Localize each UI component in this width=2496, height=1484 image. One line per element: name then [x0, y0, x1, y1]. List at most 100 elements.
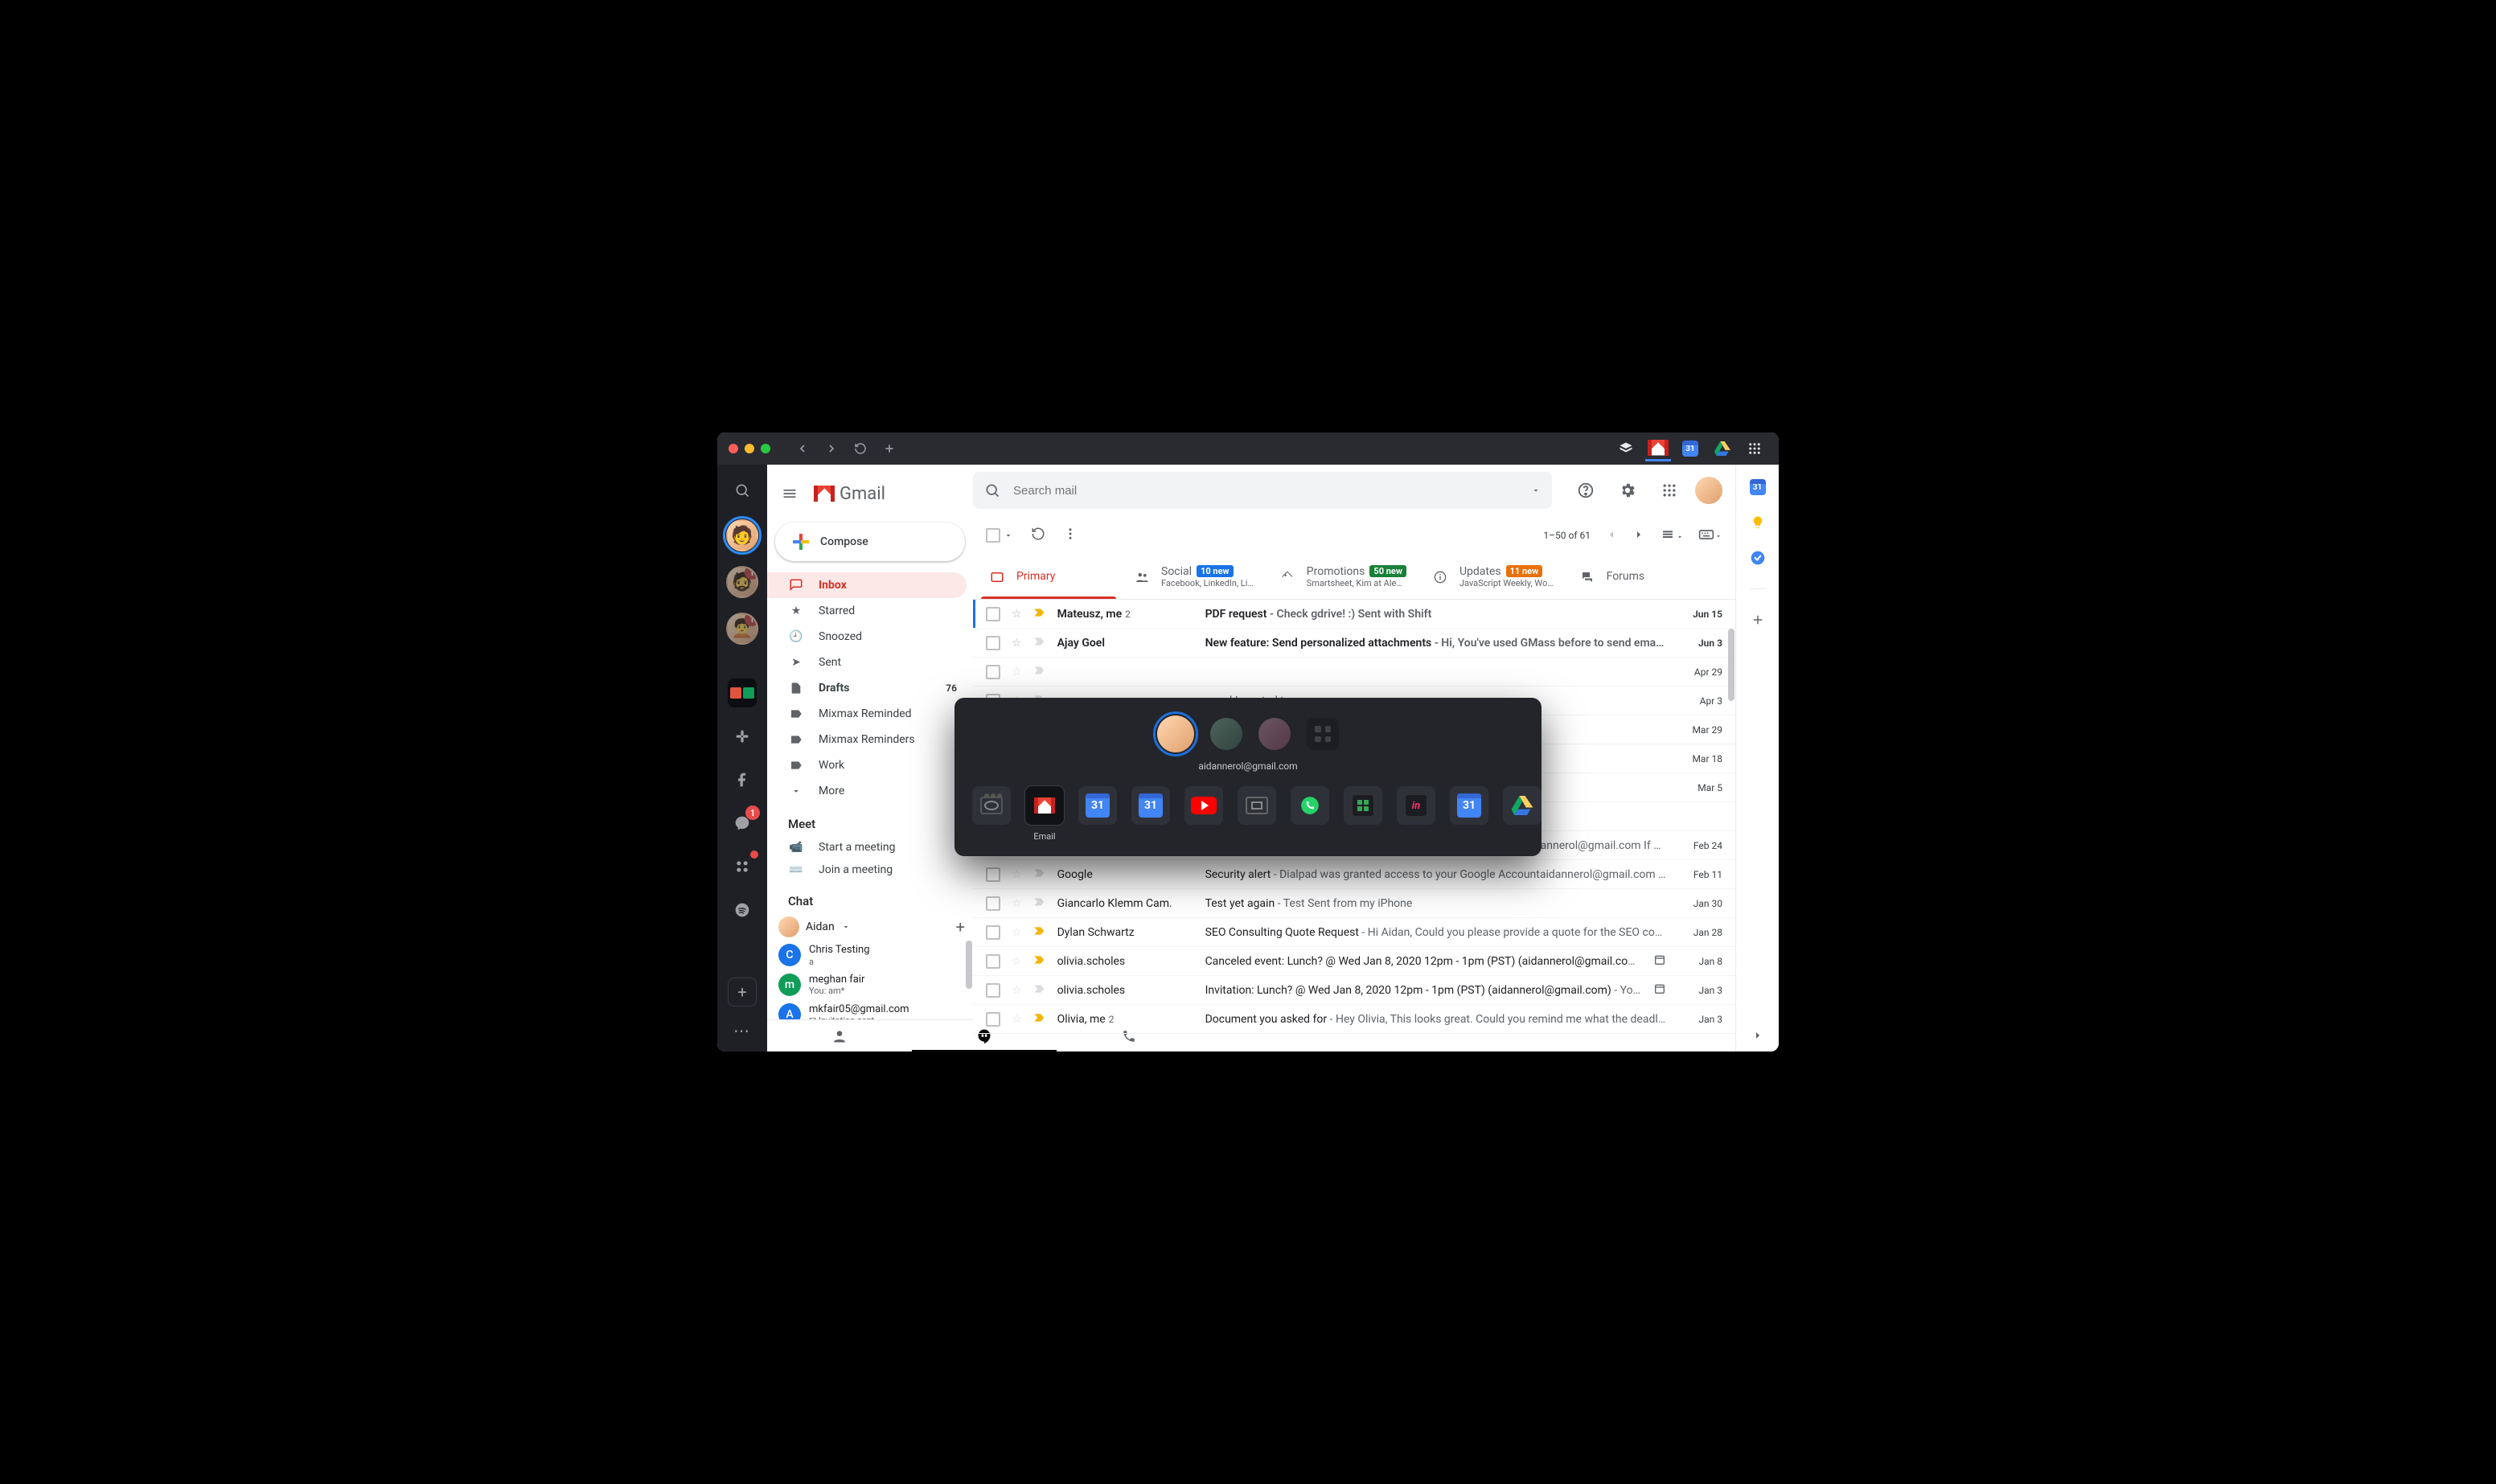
switcher-app-drive[interactable] — [1503, 786, 1542, 825]
newer-button[interactable] — [1605, 528, 1618, 543]
refresh-button[interactable] — [1031, 527, 1045, 544]
star-icon[interactable]: ☆ — [1012, 608, 1022, 621]
row-checkbox[interactable] — [986, 607, 1000, 621]
account-avatar[interactable] — [1695, 477, 1722, 504]
shift-account-2[interactable]: 🧔1 — [726, 566, 758, 598]
support-button[interactable] — [1570, 474, 1602, 506]
start-meeting-button[interactable]: 📹Start a meeting — [767, 836, 973, 859]
nav-mixmax-reminders[interactable]: Mixmax Reminders — [767, 727, 967, 752]
mail-row[interactable]: ☆Mateusz, me 2PDF request - Check gdrive… — [973, 600, 1735, 629]
switcher-all-apps[interactable] — [1307, 718, 1339, 750]
shift-more-button[interactable]: ⋯ — [733, 1021, 751, 1040]
row-checkbox[interactable] — [986, 925, 1000, 940]
switcher-app-invision[interactable]: in — [1397, 786, 1435, 825]
shift-app-slack[interactable] — [728, 722, 757, 751]
sidepanel-add[interactable] — [1750, 612, 1766, 628]
row-checkbox[interactable] — [986, 1012, 1000, 1027]
nav-drafts[interactable]: Drafts76 — [767, 675, 967, 701]
shift-app-facebook[interactable] — [728, 765, 757, 794]
switcher-account-2[interactable] — [1210, 718, 1242, 750]
star-icon[interactable]: ☆ — [1012, 637, 1022, 650]
mail-row[interactable]: ☆Ajay GoelNew feature: Send personalized… — [973, 629, 1735, 658]
minimize-window-button[interactable] — [745, 444, 754, 453]
row-checkbox[interactable] — [986, 636, 1000, 650]
chat-account-selector[interactable]: Aidan + — [767, 913, 973, 941]
switcher-app-calendar[interactable]: 31 — [1131, 786, 1170, 825]
older-button[interactable] — [1632, 528, 1645, 543]
importance-icon[interactable] — [1033, 955, 1046, 968]
star-icon[interactable]: ☆ — [1012, 926, 1022, 939]
titlebar-app-layers[interactable] — [1613, 436, 1639, 461]
switcher-app-calendar[interactable]: 31 — [1078, 786, 1117, 825]
nav-work[interactable]: Work — [767, 752, 967, 778]
new-tab-button[interactable] — [878, 437, 901, 460]
star-icon[interactable]: ☆ — [1012, 955, 1022, 968]
nav-forward-button[interactable] — [820, 437, 843, 460]
mail-row[interactable]: ☆GoogleSecurity alert - Dialpad was gran… — [973, 860, 1735, 889]
mail-row[interactable]: ☆olivia.scholesInvitation: Lunch? @ Wed … — [973, 976, 1735, 1005]
scrollbar-thumb[interactable] — [966, 941, 972, 989]
importance-icon[interactable] — [1033, 897, 1046, 910]
chat-item[interactable]: CChris Testinga — [767, 941, 973, 970]
importance-icon[interactable] — [1033, 666, 1046, 678]
apps-grid-button[interactable] — [1653, 474, 1685, 506]
nav-sent[interactable]: ➤Sent — [767, 650, 967, 675]
shift-search-button[interactable] — [728, 476, 757, 505]
importance-icon[interactable] — [1033, 1013, 1046, 1026]
gmail-logo[interactable]: Gmail — [814, 484, 885, 504]
switcher-account-3[interactable] — [1258, 718, 1291, 750]
row-checkbox[interactable] — [986, 983, 1000, 998]
switcher-app-sheets[interactable] — [1344, 786, 1382, 825]
shift-workspace-tile[interactable] — [728, 678, 757, 707]
sidepanel-keep[interactable] — [1750, 514, 1766, 531]
mail-row[interactable]: ☆olivia.scholesCanceled event: Lunch? @ … — [973, 947, 1735, 976]
nav-starred[interactable]: ★Starred — [767, 598, 967, 624]
nav-back-button[interactable] — [791, 437, 814, 460]
star-icon[interactable]: ☆ — [1012, 984, 1022, 997]
close-window-button[interactable] — [729, 444, 738, 453]
tab-social[interactable]: Social10 newFacebook, LinkedIn, Li… — [1121, 555, 1266, 599]
importance-icon[interactable] — [1033, 984, 1046, 997]
search-bar[interactable] — [973, 472, 1552, 509]
more-actions-button[interactable] — [1063, 527, 1078, 544]
shift-app-spotify[interactable] — [728, 896, 757, 924]
shift-add-button[interactable]: + — [728, 978, 757, 1006]
mail-row[interactable]: ☆Dylan SchwartzSEO Consulting Quote Requ… — [973, 918, 1735, 947]
sidepanel-collapse[interactable] — [1750, 1027, 1766, 1043]
titlebar-app-calendar[interactable]: 31 — [1677, 436, 1703, 461]
switcher-account-1[interactable] — [1157, 715, 1194, 752]
chat-tab-contacts[interactable] — [767, 1020, 912, 1052]
sidepanel-calendar[interactable]: 31 — [1750, 479, 1766, 495]
tab-primary[interactable]: Primary — [976, 555, 1121, 599]
split-pane-button[interactable] — [1660, 528, 1684, 543]
tab-updates[interactable]: Updates11 newJavaScript Weekly, Wo… — [1419, 555, 1566, 599]
nav-inbox[interactable]: Inbox — [767, 572, 967, 598]
titlebar-app-grid[interactable] — [1742, 436, 1767, 461]
chat-item[interactable]: Amkfair05@gmail.com✉ Invitation sent — [767, 1000, 973, 1019]
new-chat-button[interactable]: + — [956, 917, 965, 937]
shift-app-dots[interactable] — [728, 852, 757, 881]
titlebar-app-gmail[interactable] — [1645, 436, 1671, 461]
shift-account-1[interactable]: 🧑 — [726, 519, 758, 551]
input-tools-button[interactable] — [1698, 529, 1722, 543]
row-checkbox[interactable] — [986, 665, 1000, 679]
mail-row[interactable]: ☆Giancarlo Klemm Cam.Test yet again - Te… — [973, 889, 1735, 918]
star-icon[interactable]: ☆ — [1012, 1013, 1022, 1026]
nav-snoozed[interactable]: 🕘Snoozed — [767, 624, 967, 650]
settings-button[interactable] — [1611, 474, 1644, 506]
switcher-app-chrome[interactable] — [972, 786, 1011, 825]
maximize-window-button[interactable] — [761, 444, 770, 453]
star-icon[interactable]: ☆ — [1012, 868, 1022, 881]
titlebar-app-drive[interactable] — [1710, 436, 1735, 461]
nav-more[interactable]: More — [767, 778, 967, 804]
switcher-app-youtube[interactable] — [1184, 786, 1223, 825]
mail-scrollbar-thumb[interactable] — [1728, 629, 1734, 701]
row-checkbox[interactable] — [986, 896, 1000, 911]
chat-item[interactable]: mmeghan fairYou: am* — [767, 970, 973, 1000]
switcher-app-whatsapp[interactable] — [1291, 786, 1329, 825]
importance-icon[interactable] — [1033, 637, 1046, 650]
row-checkbox[interactable] — [986, 954, 1000, 969]
importance-icon[interactable] — [1033, 608, 1046, 621]
importance-icon[interactable] — [1033, 926, 1046, 939]
tab-forums[interactable]: Forums — [1566, 555, 1711, 599]
